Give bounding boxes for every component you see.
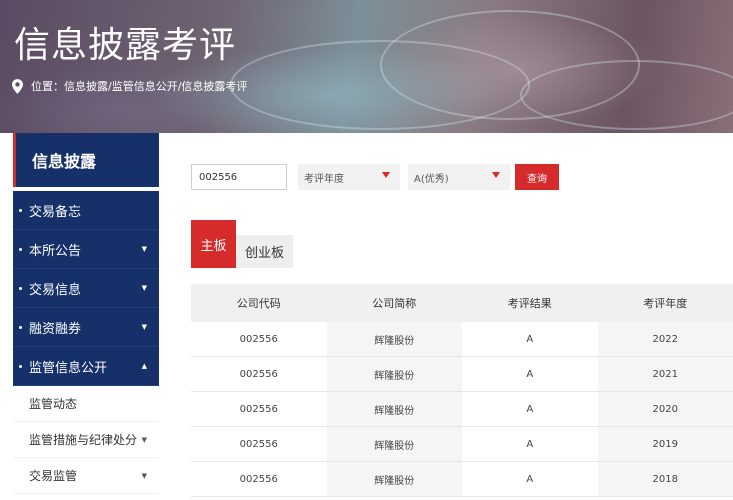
chevron-down-icon: ▼ bbox=[141, 471, 147, 480]
table-cell: 2021 bbox=[597, 357, 733, 391]
caret-down-icon bbox=[492, 172, 500, 178]
table-cell: 2018 bbox=[597, 462, 733, 496]
table-cell: 2019 bbox=[597, 427, 733, 461]
breadcrumb-text: 位置：信息披露/监管信息公开/信息披露考评 bbox=[31, 80, 248, 93]
sidebar-title: 信息披露 bbox=[13, 133, 159, 187]
table-cell: 辉隆股份 bbox=[326, 392, 462, 426]
query-button[interactable]: 查询 bbox=[515, 164, 559, 190]
sidebar-item-regulatory-disclosure[interactable]: 监管信息公开 ▲ bbox=[13, 347, 159, 386]
sidebar-item-label: 融资融券 bbox=[29, 321, 82, 337]
map-pin-icon bbox=[12, 78, 23, 94]
chevron-down-icon: ▼ bbox=[141, 435, 147, 444]
bullet-icon bbox=[19, 208, 22, 212]
sidebar-item-label: 交易信息 bbox=[29, 282, 82, 298]
table-header: 公司代码 公司简称 考评结果 考评年度 bbox=[191, 284, 733, 322]
banner-decoration bbox=[520, 60, 733, 130]
main-content: 002556 考评年度 A(优秀) 查询 主板 创业板 公司代码 公司简称 考评… bbox=[172, 133, 733, 500]
sidebar-item-label: 本所公告 bbox=[29, 243, 82, 259]
table-cell: A bbox=[526, 403, 534, 415]
table-cell: 002556 bbox=[239, 368, 278, 380]
sidebar-item-trading-memo[interactable]: 交易备忘 bbox=[13, 191, 159, 230]
sidebar-item-trading-info[interactable]: 交易信息 ▼ bbox=[13, 269, 159, 308]
table-row: 002556 辉隆股份 A 2022 bbox=[191, 322, 733, 357]
sidebar-item-announcements[interactable]: 本所公告 ▼ bbox=[13, 230, 159, 269]
chevron-down-icon: ▼ bbox=[141, 284, 147, 292]
table-cell: 002556 bbox=[239, 438, 278, 450]
table-row: 002556 辉隆股份 A 2020 bbox=[191, 392, 733, 427]
year-select-value: 考评年度 bbox=[304, 173, 344, 185]
sidebar-item-label: 交易备忘 bbox=[29, 204, 82, 220]
chevron-up-icon: ▲ bbox=[141, 362, 147, 370]
sidebar-item-margin-trading[interactable]: 融资融券 ▼ bbox=[13, 308, 159, 347]
bullet-icon bbox=[19, 286, 22, 290]
table-cell: 辉隆股份 bbox=[326, 462, 462, 496]
bullet-icon bbox=[19, 364, 22, 368]
chevron-down-icon: ▼ bbox=[141, 245, 147, 253]
table-cell: 002556 bbox=[239, 403, 278, 415]
sidebar-subitem-trading-supervision[interactable]: 交易监管 ▼ bbox=[13, 458, 159, 494]
table-cell: 002556 bbox=[239, 333, 278, 345]
result-select-value: A(优秀) bbox=[414, 173, 449, 185]
column-header: 考评结果 bbox=[507, 297, 552, 310]
column-header: 考评年度 bbox=[643, 297, 688, 310]
sidebar-item-label: 监管信息公开 bbox=[29, 360, 108, 376]
year-select[interactable]: 考评年度 bbox=[298, 164, 400, 190]
bullet-icon bbox=[19, 247, 22, 251]
header-banner: 信息披露考评 位置：信息披露/监管信息公开/信息披露考评 bbox=[0, 0, 733, 133]
table-cell: 2022 bbox=[597, 322, 733, 356]
sidebar-subitem-label: 监管动态 bbox=[29, 397, 78, 411]
table-row: 002556 辉隆股份 A 2019 bbox=[191, 427, 733, 462]
sidebar-subitem-regulatory-news[interactable]: 监管动态 bbox=[13, 386, 159, 422]
table-cell: 辉隆股份 bbox=[326, 427, 462, 461]
table-cell: A bbox=[526, 438, 534, 450]
result-select[interactable]: A(优秀) bbox=[408, 164, 510, 190]
tab-main-board[interactable]: 主板 bbox=[191, 220, 236, 268]
table-cell: A bbox=[526, 473, 534, 485]
table-cell: A bbox=[526, 333, 534, 345]
table-cell: 辉隆股份 bbox=[326, 322, 462, 356]
table-cell: 002556 bbox=[239, 473, 278, 485]
page-title: 信息披露考评 bbox=[14, 25, 237, 66]
table-row: 002556 辉隆股份 A 2021 bbox=[191, 357, 733, 392]
company-code-input[interactable]: 002556 bbox=[191, 164, 287, 190]
tab-chinext[interactable]: 创业板 bbox=[236, 235, 293, 268]
sidebar: 信息披露 交易备忘 本所公告 ▼ 交易信息 ▼ 融资融券 ▼ 监管信息公开 ▲ … bbox=[13, 133, 159, 500]
chevron-down-icon: ▼ bbox=[141, 323, 147, 331]
table-cell: 2020 bbox=[597, 392, 733, 426]
sidebar-subitem-label: 交易监管 bbox=[29, 469, 78, 483]
sidebar-subitem-label: 监管措施与纪律处分 bbox=[29, 433, 138, 447]
sidebar-subitem-measures-discipline[interactable]: 监管措施与纪律处分 ▼ bbox=[13, 422, 159, 458]
column-header: 公司代码 bbox=[236, 297, 281, 310]
evaluation-table: 公司代码 公司简称 考评结果 考评年度 002556 辉隆股份 A 2022 0… bbox=[191, 284, 733, 497]
table-cell: A bbox=[526, 368, 534, 380]
bullet-icon bbox=[19, 325, 22, 329]
table-cell: 辉隆股份 bbox=[326, 357, 462, 391]
caret-down-icon bbox=[382, 172, 390, 178]
column-header: 公司简称 bbox=[372, 297, 417, 310]
breadcrumb: 位置：信息披露/监管信息公开/信息披露考评 bbox=[12, 78, 247, 94]
table-row: 002556 辉隆股份 A 2018 bbox=[191, 462, 733, 497]
